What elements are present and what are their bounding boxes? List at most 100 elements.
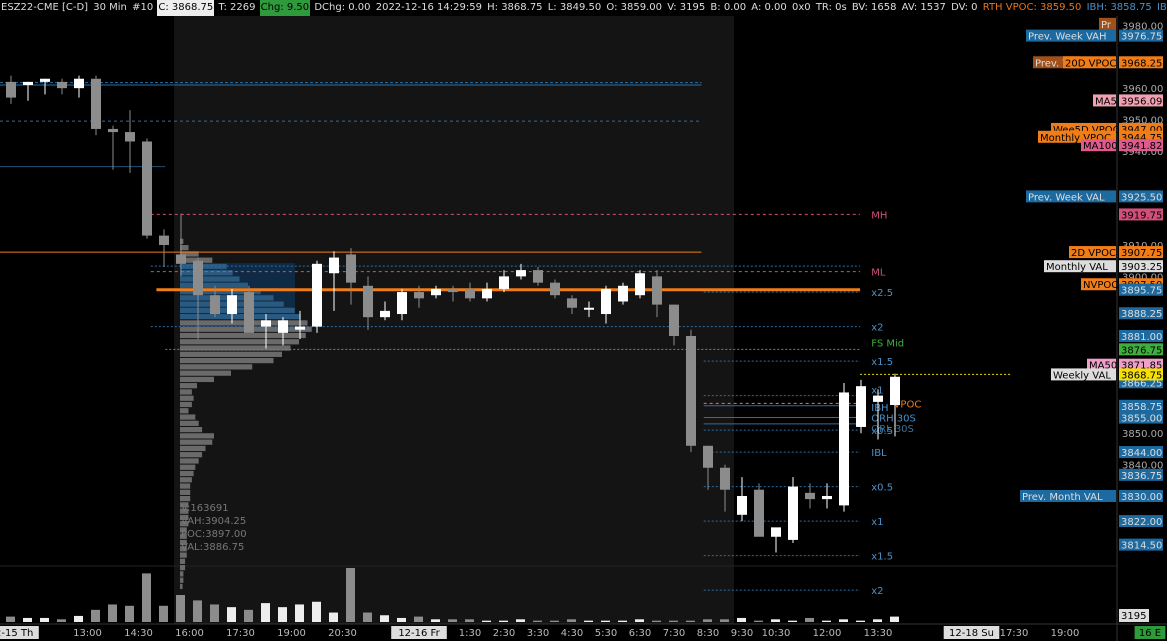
volume-bar: [788, 620, 797, 622]
price-label-text: Prev. Week VAH: [1028, 32, 1107, 43]
profile-row: [180, 420, 199, 426]
bars-label: #10: [132, 2, 154, 13]
candle-down: [703, 445, 713, 468]
volume-bar: [465, 619, 474, 622]
profile-row: [180, 458, 199, 464]
volume-bar: [193, 600, 202, 622]
candle-down: [669, 304, 679, 336]
volume-bar: [261, 603, 270, 622]
volume-bar: [125, 605, 134, 622]
bv-label: BV: 1658: [851, 2, 897, 13]
level-line-label: x1.5: [871, 357, 893, 368]
time-label: 7:30: [663, 628, 685, 639]
volume-bar: [805, 617, 814, 622]
time-label: 2:30: [493, 628, 515, 639]
ibh-label: IBH: 3858.75: [1086, 2, 1152, 13]
price-label-text: 3876.75: [1121, 345, 1162, 356]
volume-bar: [397, 617, 406, 622]
profile-row: [180, 345, 291, 351]
candle-up: [295, 326, 305, 330]
candle-up: [516, 270, 526, 277]
candle-down: [652, 276, 662, 305]
time-label: 4:30: [561, 628, 583, 639]
profile-row: [180, 401, 192, 408]
level-line-label: x2: [871, 323, 883, 334]
candle-up: [380, 310, 390, 318]
candle-down: [91, 78, 101, 129]
profile-row: [180, 577, 184, 583]
candle-up: [261, 320, 271, 327]
profile-row: [180, 470, 194, 477]
time-label: 6:30: [629, 628, 651, 639]
price-label-text: 2D VPOC: [1071, 248, 1116, 259]
volume-bar: [822, 620, 831, 622]
candle-down: [465, 288, 475, 299]
volume-bar: [567, 619, 576, 622]
candle-down: [244, 292, 254, 333]
time-label: 19:00: [1051, 628, 1080, 639]
time-label: 16 E: [1139, 628, 1161, 639]
volume-bar: [295, 604, 304, 622]
volume-axis-value: 3195: [1121, 611, 1146, 622]
volume-bar: [6, 616, 15, 622]
price-chart[interactable]: MHMLx2.5x2x1.5FS Midx1x0.5VPOCIBHORH 30S…: [0, 0, 1167, 641]
candle-down: [125, 132, 135, 142]
level-line-label: MH: [871, 210, 887, 221]
time-label: 12-18 Su: [949, 628, 994, 639]
candle-down: [210, 295, 220, 315]
stat-vah: VAH:3904.25: [181, 516, 247, 527]
time-label: 3:30: [527, 628, 549, 639]
volume-bar: [584, 620, 593, 622]
volume-bar: [159, 605, 168, 622]
candle-down: [346, 254, 356, 283]
candle-up: [584, 307, 594, 310]
candle-down: [6, 81, 16, 98]
price-label-text: 3858.75: [1121, 402, 1162, 413]
candle-down: [363, 285, 373, 318]
candle-down: [448, 288, 458, 293]
candle-down: [805, 492, 815, 500]
candle-up: [40, 78, 50, 82]
profile-row: [180, 439, 213, 445]
time-axis[interactable]: 12-15 Th 13:00 14:30 16:00 17:30 19:00 20:30 12…: [0, 626, 1166, 639]
timeframe-label: 30 Min: [93, 2, 127, 13]
time-label: 13:00: [73, 628, 102, 639]
profile-row: [180, 332, 306, 339]
profile-row: [180, 571, 184, 577]
time-label: 12-16 Fr: [398, 628, 440, 639]
volume-bar: [142, 573, 151, 622]
dchg-label: DChg: 0.00: [314, 2, 371, 13]
time-label: 14:30: [124, 628, 153, 639]
price-label-text: 3844.00: [1121, 448, 1162, 459]
volume-bar: [74, 615, 83, 622]
candle-up: [227, 295, 237, 315]
volume-bar: [227, 607, 236, 622]
time-label: 19:00: [277, 628, 306, 639]
candle-down: [533, 270, 543, 283]
candle-up: [737, 495, 747, 515]
stat-val: VAL:3886.75: [181, 542, 245, 553]
volume-bar: [516, 619, 525, 622]
price-label-text: Weekly VAL: [1053, 370, 1111, 381]
candle-down: [176, 254, 186, 264]
profile-row: [180, 395, 194, 401]
candle-down: [142, 141, 152, 236]
profile-stats: V:163691 VAH:3904.25 POC:3897.00 VAL:388…: [181, 502, 247, 554]
time-label: 9:30: [731, 628, 753, 639]
volume-bar: [431, 619, 440, 622]
overnight-session-shade: [174, 16, 734, 624]
volume-bar: [754, 620, 763, 622]
candle-up: [601, 288, 611, 315]
time-label: 10:30: [762, 628, 791, 639]
candle-up: [74, 78, 84, 89]
volume-bar: [720, 619, 729, 622]
chart-window[interactable]: MH ML x2.5 x2 x1.5 FS Mid x1 x0.5 VPOC IBH ORH 30S…: [0, 0, 1167, 641]
profile-row: [180, 426, 203, 433]
volume-bar: [244, 609, 253, 622]
low-label: L: 3849.50: [547, 2, 602, 13]
profile-row: [180, 357, 274, 364]
candle-up: [890, 376, 900, 406]
profile-row: [180, 276, 240, 282]
candle-down: [108, 128, 118, 133]
volume-bar: [482, 620, 491, 622]
